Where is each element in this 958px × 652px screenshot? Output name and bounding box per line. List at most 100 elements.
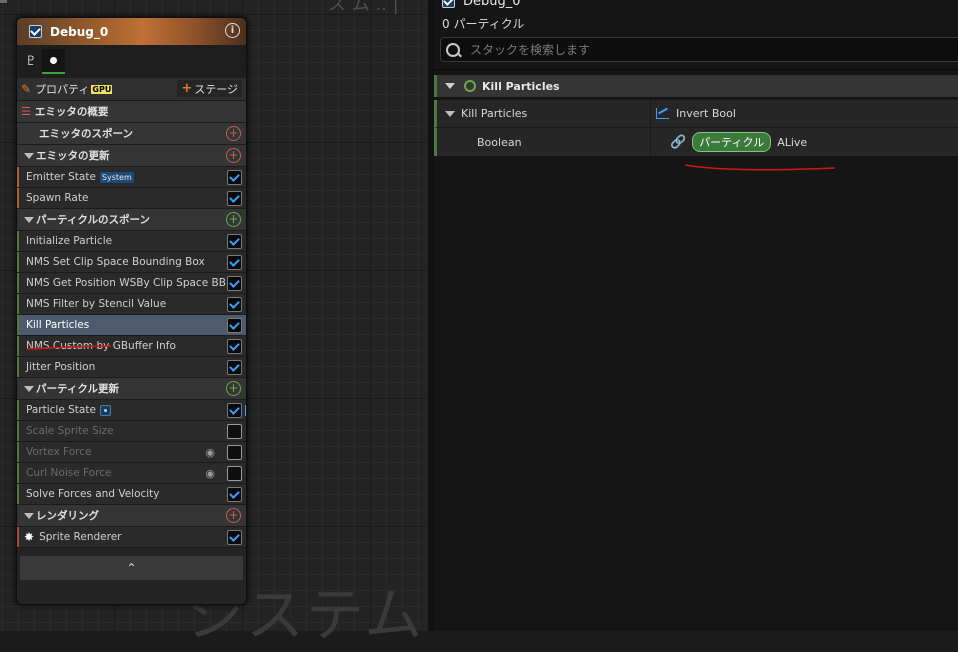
collapse-node-button[interactable]: ⌃: [20, 556, 243, 580]
section-label: レンダリング: [36, 510, 99, 522]
module-enable-checkbox[interactable]: [227, 339, 242, 354]
namespace-pill: パーティクル: [692, 132, 772, 152]
section-label: エミッタのスポーン: [39, 128, 133, 140]
section-emitter-spawn[interactable]: エミッタのスポーン +: [17, 123, 246, 145]
module-label: Curl Noise Force: [26, 467, 112, 479]
module-label: Jitter Position: [26, 361, 96, 373]
add-renderer-button[interactable]: +: [226, 508, 241, 523]
module-nms-filter-stencil[interactable]: NMS Filter by Stencil Value: [17, 294, 246, 315]
sprite-burst-icon: ✸: [24, 530, 35, 544]
module-enable-checkbox[interactable]: [227, 255, 242, 270]
stack-search[interactable]: [440, 37, 958, 62]
param-value[interactable]: Invert Bool: [656, 107, 736, 120]
panel-emitter-title: Debug_0: [463, 0, 521, 9]
module-nms-set-clip-space[interactable]: NMS Set Clip Space Bounding Box: [17, 252, 246, 273]
module-spawn-rate[interactable]: Spawn Rate: [17, 188, 246, 209]
param-label: Kill Particles: [461, 107, 528, 120]
annotation-underline: [684, 164, 836, 171]
module-enable-checkbox[interactable]: [227, 276, 242, 291]
gpu-badge: GPU: [91, 84, 113, 94]
module-label: NMS Set Clip Space Bounding Box: [26, 256, 205, 268]
module-enable-checkbox[interactable]: [227, 191, 242, 206]
collapse-triangle-icon[interactable]: [445, 83, 455, 89]
list-icon: ☰: [21, 105, 31, 118]
emitter-overview-row[interactable]: ☰ エミッタの概要: [17, 101, 246, 123]
module-header-label: Kill Particles: [482, 79, 560, 93]
module-nms-get-position[interactable]: NMS Get Position WSBy Clip Space BB: [17, 273, 246, 294]
collapse-triangle-icon[interactable]: [24, 216, 34, 223]
add-module-button[interactable]: +: [226, 381, 241, 396]
module-label: NMS Filter by Stencil Value: [26, 298, 167, 310]
emitter-title: Debug_0: [50, 24, 109, 39]
module-enable-checkbox[interactable]: [227, 424, 242, 439]
properties-row[interactable]: ✎ プロパティ GPU + ステージ: [17, 78, 246, 101]
emitter-node-header[interactable]: Debug_0 i: [17, 18, 246, 45]
module-enable-checkbox[interactable]: [227, 530, 242, 545]
panel-emitter-title-row: Debug_0: [442, 0, 521, 9]
section-label: パーティクル更新: [36, 383, 120, 395]
module-enable-checkbox[interactable]: [227, 466, 242, 481]
module-enable-checkbox[interactable]: [227, 403, 242, 418]
section-particle-spawn[interactable]: パーティクルのスポーン +: [17, 209, 246, 231]
param-label: Boolean: [477, 135, 522, 149]
particle-state-badge-icon: [99, 404, 111, 416]
module-particle-state[interactable]: Particle State: [17, 400, 246, 421]
module-enable-checkbox[interactable]: [227, 360, 242, 375]
add-module-button[interactable]: +: [226, 212, 241, 227]
particle-count: 0 パーティクル: [442, 17, 525, 31]
module-kill-particles[interactable]: Kill Particles: [17, 315, 246, 336]
add-module-button[interactable]: +: [226, 148, 241, 163]
emitter-overview-label: エミッタの概要: [34, 106, 109, 118]
annotation-underline: [26, 345, 112, 350]
node-graph-canvas[interactable]: ス ム .. | システム Debug_0 i ♇ ✎ プロパティ GPU + ス…: [0, 0, 430, 649]
stage-label: ステージ: [194, 82, 238, 96]
properties-label: プロパティ: [35, 83, 90, 96]
system-tag: System: [99, 171, 134, 183]
eye-icon[interactable]: ◉: [205, 446, 215, 459]
add-module-button[interactable]: +: [226, 126, 241, 141]
emitter-preview-thumbnail[interactable]: [42, 49, 65, 74]
module-header-kill-particles[interactable]: Kill Particles: [434, 75, 958, 97]
module-jitter-position[interactable]: Jitter Position: [17, 357, 246, 378]
module-enable-checkbox[interactable]: [227, 170, 242, 185]
param-row-boolean[interactable]: Boolean 🔗 パーティクル ALive: [434, 127, 958, 156]
module-enable-checkbox[interactable]: [227, 487, 242, 502]
section-particle-update[interactable]: パーティクル更新 +: [17, 378, 246, 400]
pencil-icon: ✎: [21, 82, 32, 96]
module-ring-icon: [464, 80, 476, 92]
module-label: Initialize Particle: [26, 235, 113, 247]
module-solve-forces[interactable]: Solve Forces and Velocity: [17, 484, 246, 505]
info-icon[interactable]: i: [225, 23, 240, 38]
link-icon[interactable]: 🔗: [670, 135, 686, 150]
collapse-triangle-icon[interactable]: [24, 152, 34, 159]
eye-icon[interactable]: ◉: [205, 467, 215, 480]
panel-emitter-enable-checkbox[interactable]: [442, 0, 455, 8]
emitter-person-icon[interactable]: ♇: [23, 51, 39, 73]
collapse-triangle-icon[interactable]: [24, 512, 34, 519]
module-label: NMS Get Position WSBy Clip Space BB: [26, 277, 226, 289]
param-value[interactable]: 🔗 パーティクル ALive: [656, 132, 807, 152]
module-enable-checkbox[interactable]: [227, 234, 242, 249]
param-row-kill-particles[interactable]: Kill Particles Invert Bool: [434, 100, 958, 127]
stack-search-input[interactable]: [468, 41, 942, 58]
search-icon: [446, 42, 460, 57]
section-rendering[interactable]: レンダリング +: [17, 505, 246, 527]
module-enable-checkbox[interactable]: [227, 318, 242, 333]
module-sprite-renderer[interactable]: ✸ Sprite Renderer: [17, 527, 246, 548]
add-stage-button[interactable]: + ステージ: [177, 80, 242, 97]
emitter-enable-checkbox[interactable]: [29, 25, 42, 38]
section-label: パーティクルのスポーン: [36, 214, 151, 226]
section-emitter-update[interactable]: エミッタの更新 +: [17, 145, 246, 167]
collapse-triangle-icon[interactable]: [445, 110, 455, 117]
module-enable-checkbox[interactable]: [227, 297, 242, 312]
emitter-node[interactable]: Debug_0 i ♇ ✎ プロパティ GPU + ステージ ☰ エミッタの概要 …: [16, 17, 247, 605]
collapse-triangle-icon[interactable]: [24, 385, 34, 392]
module-vortex-force[interactable]: Vortex Force ◉: [17, 442, 246, 463]
module-initialize-particle[interactable]: Initialize Particle: [17, 231, 246, 252]
module-scale-sprite-size[interactable]: Scale Sprite Size: [17, 421, 246, 442]
module-label: Emitter State: [26, 171, 96, 183]
module-label: Spawn Rate: [26, 192, 89, 204]
module-curl-noise-force[interactable]: Curl Noise Force ◉: [17, 463, 246, 484]
module-enable-checkbox[interactable]: [227, 445, 242, 460]
module-emitter-state[interactable]: Emitter State System: [17, 167, 246, 188]
